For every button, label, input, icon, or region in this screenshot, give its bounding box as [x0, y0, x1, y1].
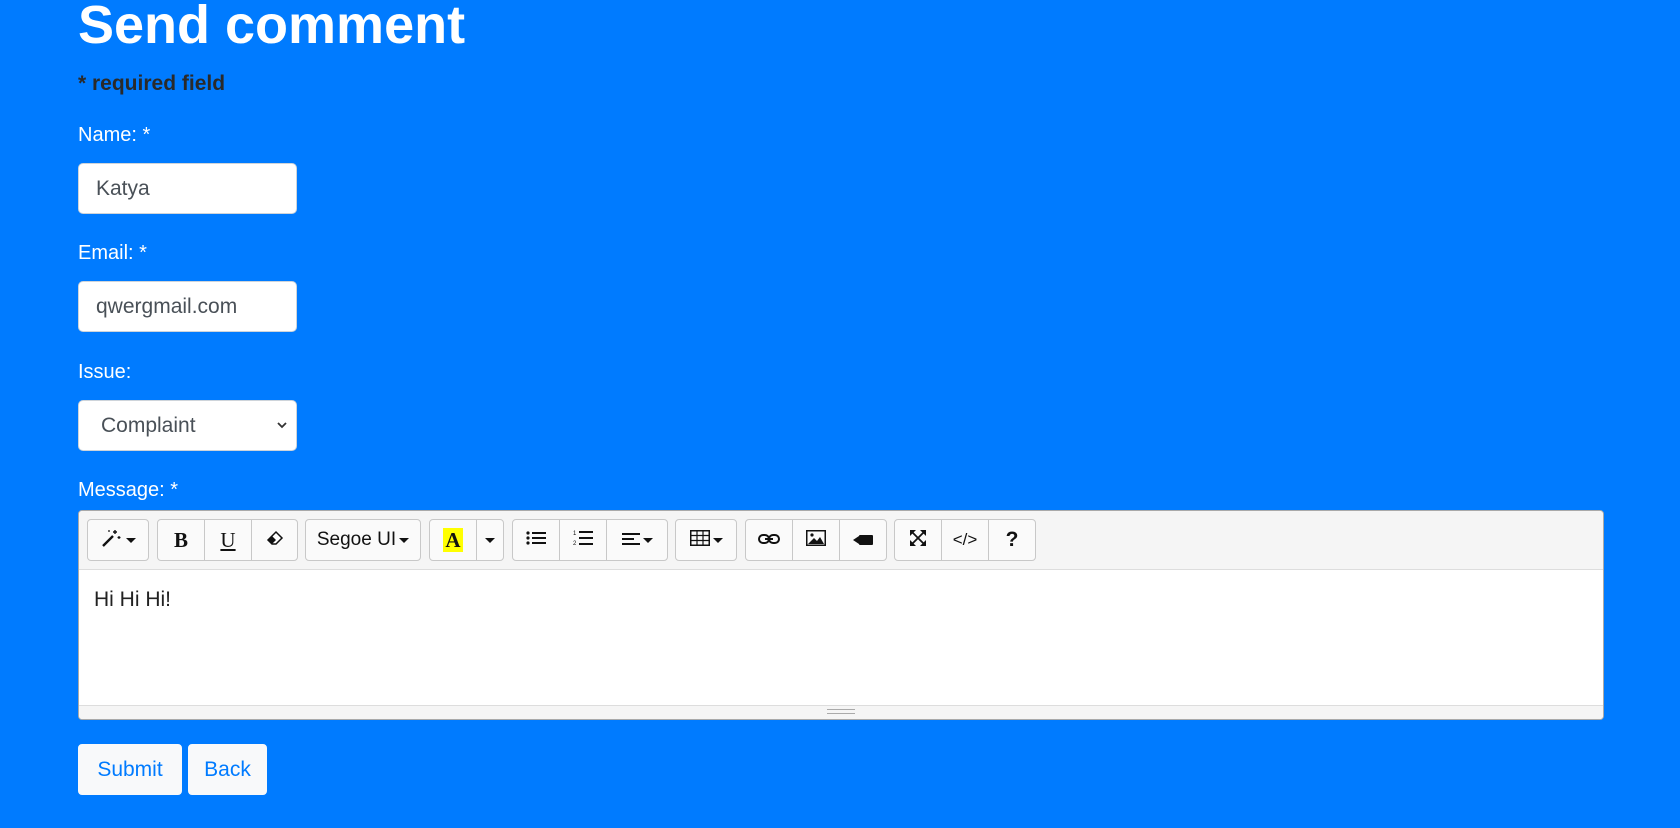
email-label: Email: *: [78, 242, 147, 264]
font-name-label: Segoe UI: [316, 529, 397, 550]
caret-down-icon: [125, 537, 136, 543]
fullscreen-icon: [909, 529, 927, 552]
text-color-icon: A: [443, 528, 463, 552]
name-label: Name: *: [78, 124, 151, 146]
rich-text-editor: B U Segoe UI A 1 2 </> ? Hi Hi Hi!: [78, 510, 1604, 720]
align-dropdown-button[interactable]: [606, 519, 668, 561]
caret-down-icon: [485, 537, 495, 543]
caret-down-icon: [399, 537, 410, 543]
magic-wand-icon: [101, 528, 123, 553]
bold-button[interactable]: B: [157, 519, 205, 561]
message-label: Message: *: [78, 479, 179, 501]
insert-link-button[interactable]: [745, 519, 793, 561]
name-input[interactable]: Katya: [78, 163, 297, 214]
page-title: Send comment: [78, 0, 466, 55]
insert-group: [745, 519, 887, 561]
ordered-list-button[interactable]: 1 2: [559, 519, 607, 561]
email-input-value: qwergmail.com: [96, 295, 238, 318]
page: Send comment * required field Name: * Ka…: [0, 0, 1680, 828]
editor-toolbar: B U Segoe UI A 1 2 </> ?: [79, 511, 1603, 570]
issue-label: Issue:: [78, 361, 132, 383]
unordered-list-icon: [526, 530, 546, 551]
font-name-group: Segoe UI: [305, 519, 421, 561]
submit-button[interactable]: Submit: [78, 744, 182, 795]
color-group: A: [429, 519, 504, 561]
name-input-value: Katya: [96, 177, 150, 200]
issue-select[interactable]: Complaint: [78, 400, 297, 451]
eraser-icon: [266, 530, 284, 551]
table-icon: [689, 529, 710, 551]
issue-select-value: Complaint: [101, 414, 196, 437]
table-dropdown-button[interactable]: [675, 519, 737, 561]
caret-down-icon: [642, 537, 653, 543]
svg-text:2: 2: [573, 541, 577, 547]
caret-down-icon: [712, 537, 723, 543]
clear-format-button[interactable]: [251, 519, 298, 561]
ordered-list-icon: 1 2: [573, 529, 593, 552]
required-field-note: * required field: [78, 72, 226, 95]
table-group: [675, 519, 737, 561]
help-button[interactable]: ?: [988, 519, 1036, 561]
color-dropdown-button[interactable]: [476, 519, 504, 561]
link-icon: [758, 530, 780, 551]
editor-resize-bar[interactable]: [79, 705, 1603, 719]
unordered-list-button[interactable]: [512, 519, 560, 561]
insert-picture-button[interactable]: [792, 519, 840, 561]
video-icon: [853, 530, 873, 551]
chevron-down-icon: [276, 401, 288, 470]
email-input[interactable]: qwergmail.com: [78, 281, 297, 332]
underline-button[interactable]: U: [204, 519, 252, 561]
back-button[interactable]: Back: [188, 744, 267, 795]
fullscreen-button[interactable]: [894, 519, 942, 561]
align-left-icon: [621, 530, 640, 551]
message-editor-content[interactable]: Hi Hi Hi!: [79, 570, 1603, 707]
picture-icon: [806, 529, 826, 551]
style-group: [87, 519, 149, 561]
style-dropdown-button[interactable]: [87, 519, 149, 561]
svg-text:1: 1: [573, 531, 577, 537]
font-name-dropdown[interactable]: Segoe UI: [305, 519, 421, 561]
font-style-group: B U: [157, 519, 298, 561]
code-view-button[interactable]: </>: [941, 519, 989, 561]
insert-video-button[interactable]: [839, 519, 887, 561]
paragraph-group: 1 2: [512, 519, 668, 561]
view-group: </> ?: [894, 519, 1036, 561]
resize-grip-icon: [827, 709, 855, 714]
text-color-button[interactable]: A: [429, 519, 477, 561]
